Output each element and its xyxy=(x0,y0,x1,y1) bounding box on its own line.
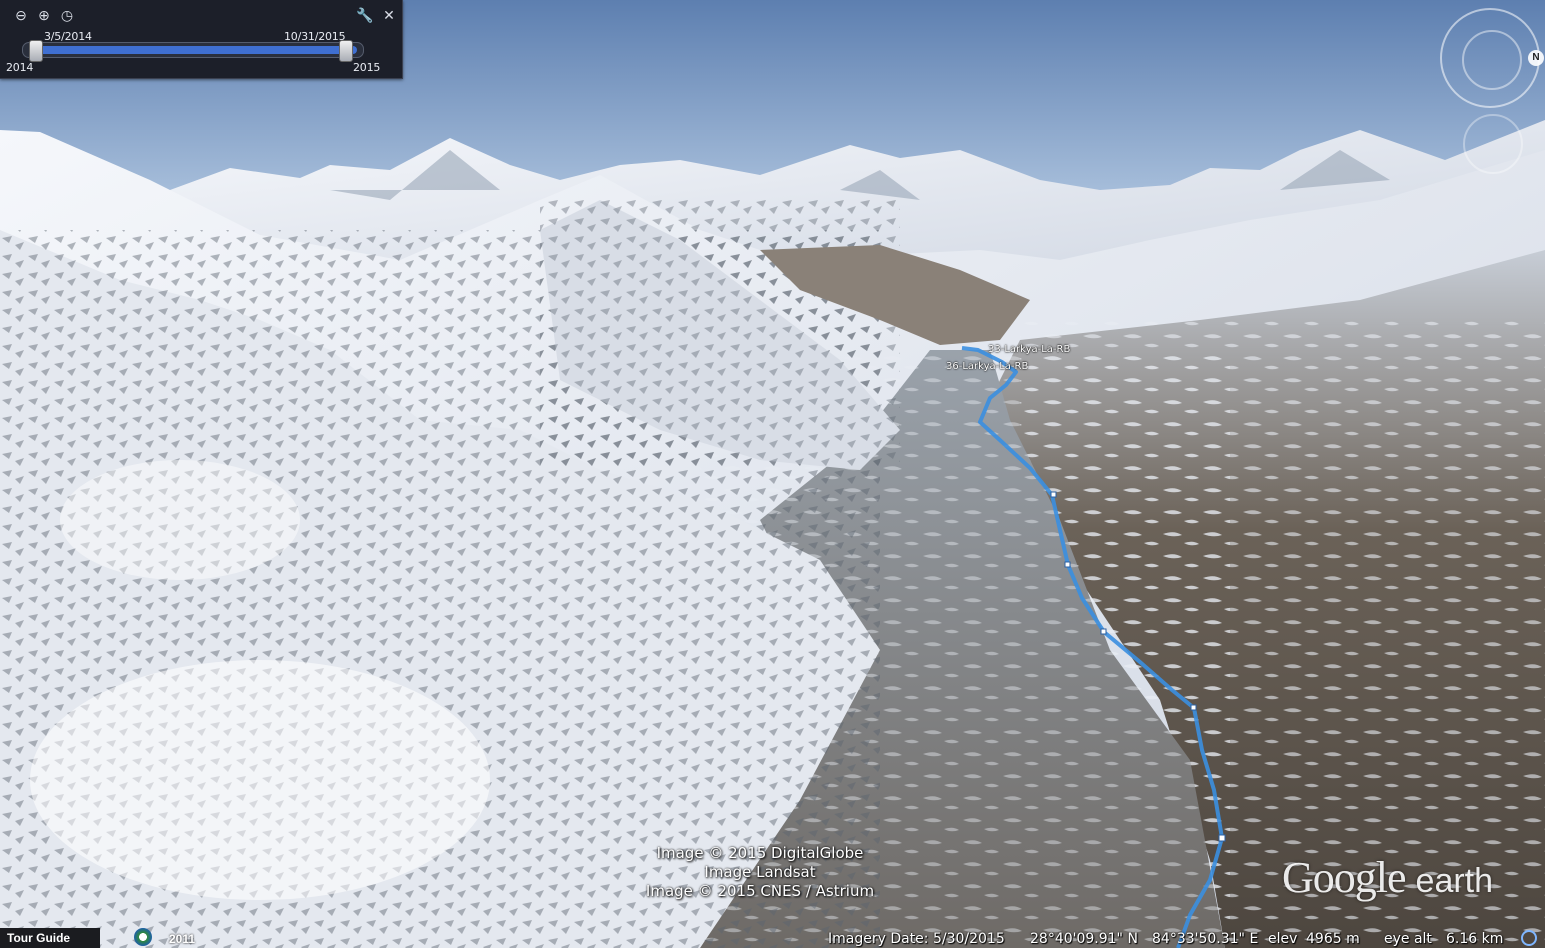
eye-altitude-value: 6.16 km xyxy=(1446,931,1504,947)
terrain-view[interactable] xyxy=(0,0,1545,948)
slider-max-year: 2015 xyxy=(353,61,381,74)
time-slider-track[interactable] xyxy=(22,40,364,62)
elevation-label: elev xyxy=(1268,931,1298,947)
move-joystick[interactable] xyxy=(1463,114,1523,174)
settings-wrench-icon[interactable]: 🔧 xyxy=(356,6,374,24)
close-icon[interactable]: ✕ xyxy=(380,6,398,24)
logo-google: Google xyxy=(1282,853,1407,902)
slider-min-year: 2014 xyxy=(6,61,34,74)
slider-start-handle[interactable] xyxy=(29,40,43,62)
attribution-line: Image © 2015 DigitalGlobe xyxy=(656,844,864,862)
google-earth-logo: Google earth xyxy=(1282,852,1493,903)
elevation-value: 4965 m xyxy=(1306,931,1360,947)
attribution-line: Image © 2015 CNES / Astrium xyxy=(645,882,875,900)
look-joystick[interactable] xyxy=(1440,8,1540,108)
attribution-line: Image Landsat xyxy=(704,863,816,881)
placemark-label[interactable]: 36-Larkya-La-RB xyxy=(946,361,1028,372)
eye-altitude-label: eye alt xyxy=(1384,931,1432,947)
animate-clock-icon[interactable]: ◷ xyxy=(58,6,76,24)
zoom-in-icon[interactable]: ⊕ xyxy=(35,6,53,24)
imagery-attribution: Image © 2015 DigitalGlobe Image Landsat … xyxy=(640,844,880,901)
north-indicator[interactable]: N xyxy=(1528,50,1544,66)
time-slider-panel: ⊖ ⊕ ◷ 🔧 ✕ 3/5/2014 10/31/2015 2014 2015 xyxy=(0,0,403,79)
status-bar: Tour Guide 2011 Imagery Date: 5/30/2015 … xyxy=(0,928,1545,948)
logo-earth: earth xyxy=(1415,862,1494,900)
historical-imagery-year[interactable]: 2011 xyxy=(169,932,195,946)
zoom-out-icon[interactable]: ⊖ xyxy=(12,6,30,24)
look-ring[interactable] xyxy=(1462,30,1522,90)
streaming-progress-icon xyxy=(1521,930,1537,946)
placemark-label[interactable]: 33-Larkya-La-RB xyxy=(988,344,1070,355)
slider-end-handle[interactable] xyxy=(339,40,353,62)
longitude: 84°33'50.31" E xyxy=(1152,931,1259,947)
imagery-date: Imagery Date: 5/30/2015 xyxy=(828,931,1005,947)
tour-guide-button[interactable]: Tour Guide xyxy=(0,928,100,948)
historical-imagery-icon[interactable] xyxy=(134,928,152,946)
latitude: 28°40'09.91" N xyxy=(1030,931,1138,947)
time-slider-range xyxy=(37,46,357,54)
